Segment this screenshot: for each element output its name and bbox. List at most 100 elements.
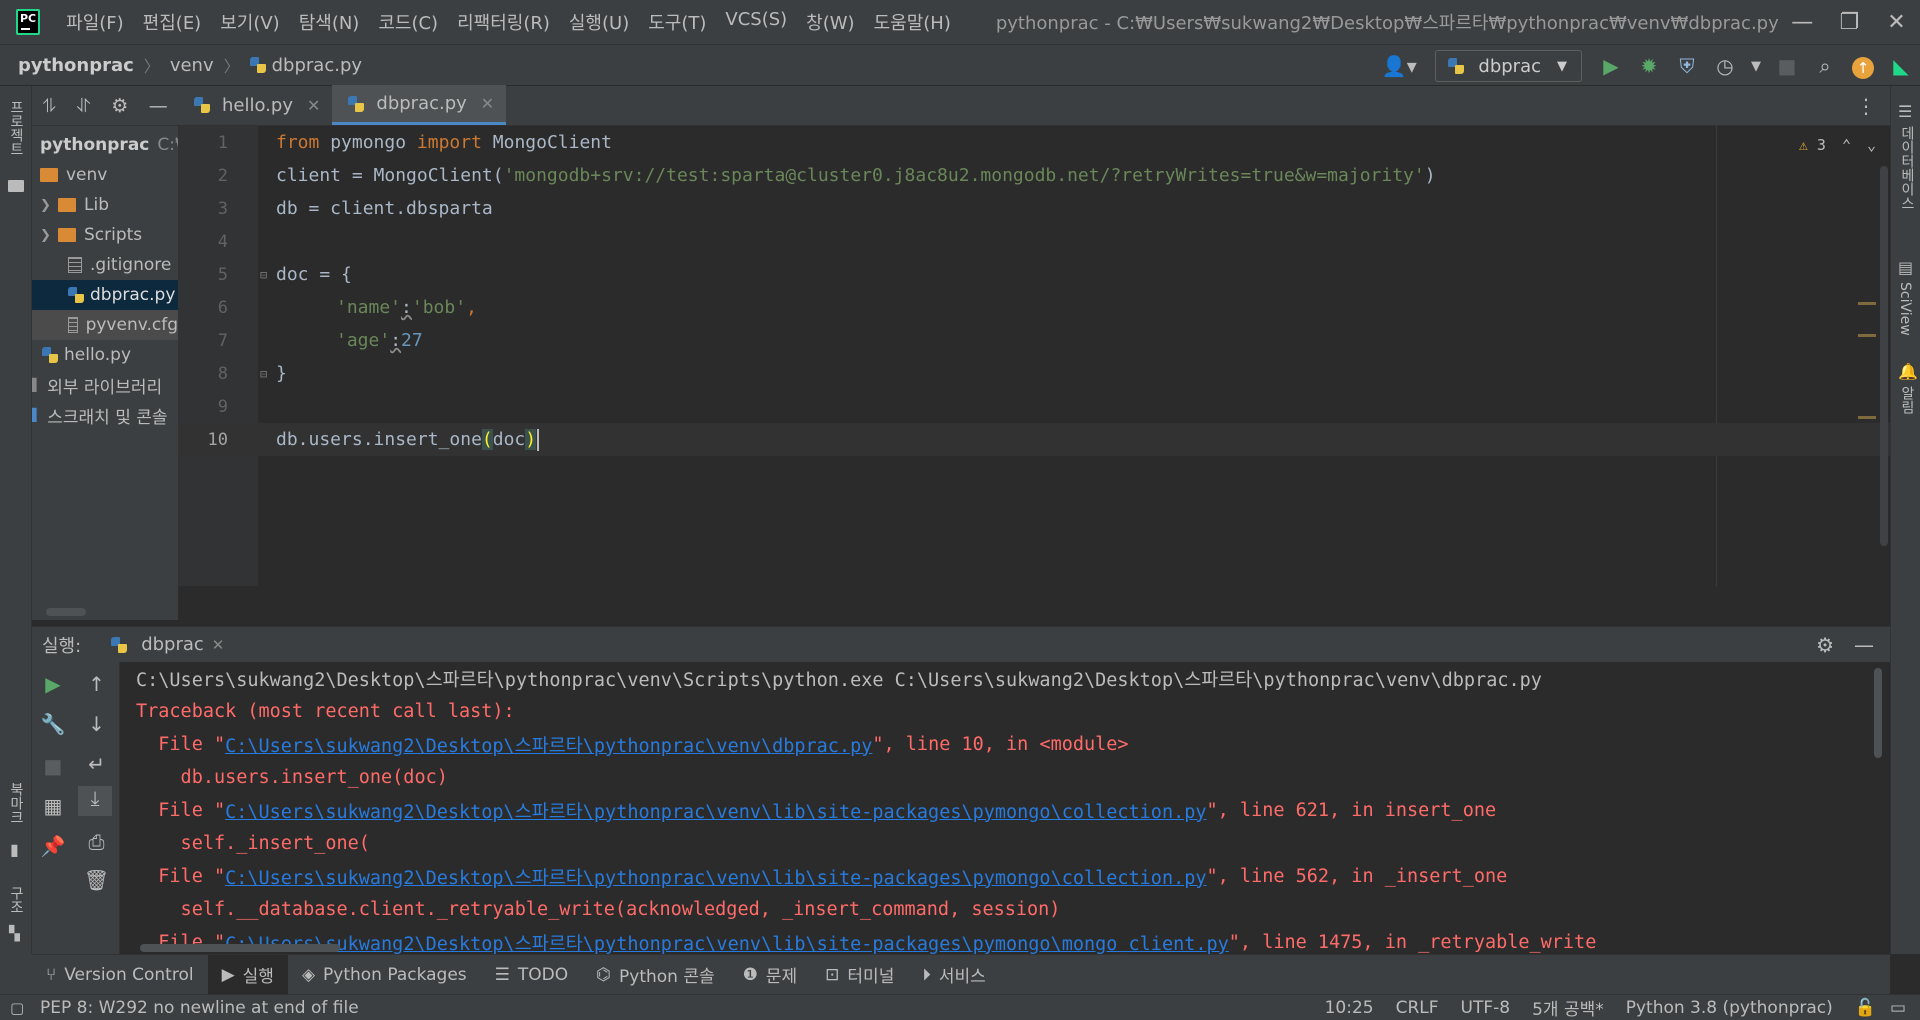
more-run-options-icon[interactable]: ▼ bbox=[1744, 59, 1768, 74]
more-tabs-icon[interactable]: ⋮ bbox=[1856, 94, 1876, 118]
previous-highlight-icon[interactable]: ⌃ bbox=[1842, 136, 1851, 154]
trash-icon[interactable]: 🗑 bbox=[74, 868, 119, 892]
file-link[interactable]: C:\Users\sukwang2\Desktop\스파르타\pythonpra… bbox=[225, 798, 1206, 824]
gear-icon[interactable]: ⚙ bbox=[1816, 633, 1834, 657]
sciview-tool-button[interactable]: SciView bbox=[1897, 282, 1913, 336]
stop-icon[interactable]: ■ bbox=[1768, 54, 1806, 78]
arrow-down-icon[interactable]: ↓ bbox=[74, 712, 119, 736]
menu-navigate[interactable]: 탐색(N) bbox=[299, 9, 360, 35]
collapse-all-icon[interactable]: ⥯ bbox=[77, 95, 91, 117]
chevron-right-icon[interactable]: ❯ bbox=[40, 228, 54, 243]
tree-item-venv[interactable]: venv bbox=[32, 160, 178, 190]
python-interpreter[interactable]: Python 3.8 (pythonprac) bbox=[1626, 998, 1833, 1018]
tool-window-terminal[interactable]: ⊡ 터미널 bbox=[811, 955, 908, 995]
hide-icon[interactable]: — bbox=[149, 95, 168, 117]
breadcrumb-file[interactable]: dbprac.py bbox=[272, 55, 362, 76]
menu-edit[interactable]: 편집(E) bbox=[143, 9, 202, 35]
console-vertical-scrollbar[interactable] bbox=[1874, 668, 1882, 758]
menu-window[interactable]: 창(W) bbox=[806, 9, 854, 35]
notification-icon[interactable]: ▭ bbox=[1890, 998, 1906, 1018]
breadcrumb-project[interactable]: pythonprac bbox=[18, 55, 134, 76]
tool-windows-toggle-icon[interactable]: ▢ bbox=[10, 999, 24, 1017]
console-horizontal-scrollbar[interactable] bbox=[140, 944, 340, 952]
user-icon[interactable]: 👤▾ bbox=[1375, 54, 1423, 78]
stop-icon[interactable]: ■ bbox=[32, 754, 74, 778]
tree-item-scripts[interactable]: ❯ Scripts bbox=[32, 220, 178, 250]
tree-item-lib[interactable]: ❯ Lib bbox=[32, 190, 178, 220]
lock-icon[interactable]: 🔓 bbox=[1855, 998, 1876, 1018]
status-message[interactable]: PEP 8: W292 no newline at end of file bbox=[40, 998, 1325, 1018]
pycharm-logo-icon[interactable]: PC bbox=[16, 9, 41, 35]
scroll-to-end-icon[interactable]: ⤓ bbox=[78, 786, 112, 816]
minimize-button[interactable]: — bbox=[1779, 0, 1826, 44]
tool-window-python-packages[interactable]: ◈ Python Packages bbox=[288, 955, 481, 995]
tree-item-scratches[interactable]: ▌ 스크래치 및 콘솔 bbox=[32, 400, 178, 430]
menu-vcs[interactable]: VCS(S) bbox=[725, 9, 787, 35]
warning-indicator[interactable]: ⚠ 3 bbox=[1799, 136, 1826, 154]
menu-help[interactable]: 도움말(H) bbox=[874, 9, 951, 35]
file-link[interactable]: C:\Users\sukwang2\Desktop\스파르타\pythonpra… bbox=[225, 864, 1206, 890]
fold-icon[interactable]: ⊟ bbox=[260, 367, 267, 381]
hide-icon[interactable]: — bbox=[1854, 633, 1874, 657]
database-tool-button[interactable]: 데이터베이스 bbox=[1897, 126, 1917, 210]
gear-icon[interactable]: ⚙ bbox=[111, 95, 128, 117]
tree-item-hello[interactable]: hello.py bbox=[32, 340, 178, 370]
caret-position[interactable]: 10:25 bbox=[1325, 998, 1374, 1018]
menu-run[interactable]: 실행(U) bbox=[569, 9, 629, 35]
tool-window-services[interactable]: ⏵ 서비스 bbox=[908, 955, 999, 995]
bookmarks-tool-button[interactable]: 북마크 bbox=[6, 782, 26, 824]
file-link[interactable]: C:\Users\sukwang2\Desktop\스파르타\pythonpra… bbox=[225, 930, 1229, 955]
layout-icon[interactable]: ▦ bbox=[32, 794, 74, 818]
coverage-icon[interactable]: ⛨ bbox=[1668, 54, 1706, 78]
wrench-icon[interactable]: 🔧 bbox=[32, 712, 74, 736]
tab-dbprac-py[interactable]: dbprac.py ✕ bbox=[332, 85, 507, 125]
close-button[interactable]: ✕ bbox=[1873, 0, 1920, 44]
print-icon[interactable]: ⎙ bbox=[74, 830, 119, 854]
search-icon[interactable]: ⌕ bbox=[1806, 54, 1844, 78]
inspection-widget[interactable]: ⚠ 3 ⌃ ⌄ bbox=[1799, 136, 1876, 154]
jetbrains-ai-icon[interactable]: ◣ bbox=[1882, 54, 1920, 78]
pin-icon[interactable]: 📌 bbox=[32, 834, 74, 858]
chevron-right-icon[interactable]: ❯ bbox=[40, 198, 54, 213]
menu-tools[interactable]: 도구(T) bbox=[648, 9, 706, 35]
debug-icon[interactable]: ✹ bbox=[1630, 54, 1668, 78]
soft-wrap-icon[interactable]: ↵ bbox=[74, 752, 119, 776]
tree-item-pyvenv[interactable]: pyvenv.cfg bbox=[32, 310, 178, 340]
tree-item-root[interactable]: pythonprac C:₩ bbox=[32, 130, 178, 160]
editor-vertical-scrollbar[interactable] bbox=[1880, 166, 1888, 546]
file-link[interactable]: C:\Users\sukwang2\Desktop\스파르타\pythonpra… bbox=[225, 732, 872, 758]
restore-button[interactable]: ❐ bbox=[1826, 0, 1873, 44]
notifications-tool-button[interactable]: 알림 bbox=[1897, 386, 1917, 414]
update-icon[interactable]: ↑ bbox=[1844, 54, 1882, 79]
tool-window-todo[interactable]: ☰ TODO bbox=[481, 955, 583, 995]
tool-window-problems[interactable]: ❶ 문제 bbox=[729, 955, 812, 995]
rerun-icon[interactable]: ▶ bbox=[32, 672, 74, 696]
menu-refactor[interactable]: 리팩터링(R) bbox=[457, 9, 550, 35]
run-console-output[interactable]: C:\Users\sukwang2\Desktop\스파르타\pythonpra… bbox=[120, 662, 1890, 954]
tree-item-gitignore[interactable]: .gitignore bbox=[32, 250, 178, 280]
tree-item-dbprac[interactable]: dbprac.py bbox=[32, 280, 178, 310]
breadcrumb-venv[interactable]: venv bbox=[170, 55, 214, 76]
menu-code[interactable]: 코드(C) bbox=[378, 9, 438, 35]
run-configuration-select[interactable]: dbprac ▼ bbox=[1435, 50, 1582, 82]
tool-window-version-control[interactable]: ⑂ Version Control bbox=[32, 955, 208, 995]
run-icon[interactable]: ▶ bbox=[1592, 54, 1630, 78]
project-horizontal-scrollbar[interactable] bbox=[46, 608, 86, 616]
menu-file[interactable]: 파일(F) bbox=[66, 9, 124, 35]
menu-view[interactable]: 보기(V) bbox=[220, 9, 279, 35]
close-tab-icon[interactable]: ✕ bbox=[481, 94, 494, 113]
line-separator[interactable]: CRLF bbox=[1396, 998, 1439, 1018]
code-editor[interactable]: 1 from pymongo import MongoClient 2 clie… bbox=[178, 126, 1890, 586]
arrow-up-icon[interactable]: ↑ bbox=[74, 672, 119, 696]
fold-icon[interactable]: ⊟ bbox=[260, 268, 267, 282]
tool-window-run[interactable]: ▶ 실행 bbox=[207, 954, 288, 995]
project-tool-button[interactable]: 프로젝트 bbox=[6, 100, 26, 156]
close-tab-icon[interactable]: ✕ bbox=[307, 96, 320, 115]
close-tab-icon[interactable]: ✕ bbox=[212, 636, 225, 654]
tool-window-python-console[interactable]: ⌬ Python 콘솔 bbox=[582, 955, 728, 995]
tab-hello-py[interactable]: hello.py ✕ bbox=[178, 85, 332, 125]
expand-all-icon[interactable]: ⥮ bbox=[42, 95, 56, 117]
indent-setting[interactable]: 5개 공백* bbox=[1532, 995, 1604, 1020]
profile-icon[interactable]: ◷ bbox=[1706, 54, 1744, 78]
file-encoding[interactable]: UTF-8 bbox=[1461, 998, 1511, 1018]
